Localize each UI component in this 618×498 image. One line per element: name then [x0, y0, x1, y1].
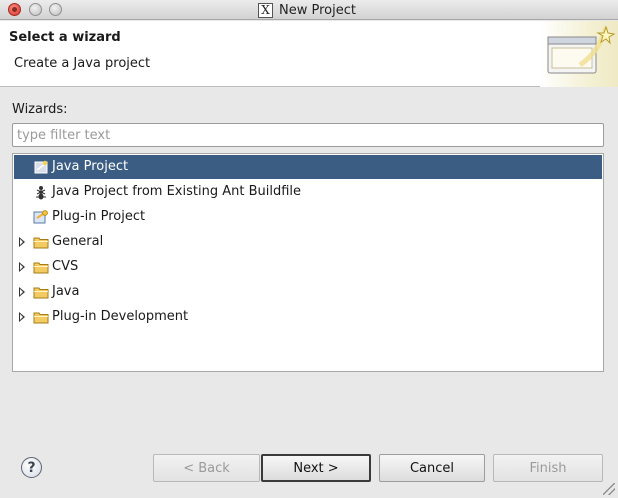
- window-title: New Project: [279, 2, 356, 18]
- help-button[interactable]: ?: [21, 457, 42, 478]
- tree-item-label: Java: [52, 284, 80, 299]
- close-window-button[interactable]: [8, 3, 21, 16]
- plugin-project-icon: [33, 210, 48, 224]
- finish-button[interactable]: Finish: [493, 454, 603, 482]
- cancel-button[interactable]: Cancel: [379, 454, 485, 482]
- ant-icon: [36, 186, 46, 200]
- banner-subtitle: Create a Java project: [14, 56, 151, 71]
- expand-arrow-icon[interactable]: [19, 287, 25, 297]
- next-button[interactable]: Next >: [261, 454, 371, 482]
- new-project-wizard-icon: [547, 25, 616, 74]
- tree-item-label: Plug-in Project: [52, 209, 146, 224]
- folder-icon: [33, 262, 49, 274]
- folder-icon: [33, 312, 49, 324]
- wizard-banner-graphic: [540, 21, 618, 87]
- expand-arrow-icon[interactable]: [19, 312, 25, 322]
- tree-item-ant-buildfile[interactable]: Java Project from Existing Ant Buildfile: [14, 180, 602, 204]
- zoom-window-button[interactable]: [49, 3, 62, 16]
- filter-input[interactable]: [12, 123, 604, 147]
- wizards-label: Wizards:: [12, 102, 68, 117]
- folder-icon: [33, 287, 49, 299]
- window-title-group: X New Project: [258, 1, 356, 19]
- tree-item-java-project[interactable]: Java Project: [14, 155, 602, 179]
- tree-item-general[interactable]: General: [14, 230, 602, 254]
- tree-item-label: Java Project: [52, 159, 129, 174]
- folder-icon: [33, 237, 49, 249]
- minimize-window-button[interactable]: [29, 3, 42, 16]
- window-titlebar: X New Project: [0, 0, 618, 20]
- wizard-tree[interactable]: Java Project Java Project from Existing …: [12, 153, 604, 372]
- help-icon: ?: [27, 459, 36, 476]
- tree-item-cvs[interactable]: CVS: [14, 255, 602, 279]
- banner-title: Select a wizard: [9, 30, 121, 45]
- tree-item-plugin-project[interactable]: Plug-in Project: [14, 205, 602, 229]
- wizard-banner: Select a wizard Create a Java project: [0, 21, 618, 87]
- expand-arrow-icon[interactable]: [19, 237, 25, 247]
- tree-item-label: Plug-in Development: [52, 309, 189, 324]
- java-project-icon: [34, 160, 48, 174]
- tree-item-java[interactable]: Java: [14, 280, 602, 304]
- tree-item-label: General: [52, 234, 104, 249]
- tree-item-plugin-development[interactable]: Plug-in Development: [14, 305, 602, 329]
- x11-icon: X: [258, 2, 273, 18]
- back-button[interactable]: < Back: [153, 454, 260, 482]
- expand-arrow-icon[interactable]: [19, 262, 25, 272]
- tree-item-label: CVS: [52, 259, 79, 274]
- resize-grip-icon[interactable]: [603, 483, 615, 495]
- tree-item-label: Java Project from Existing Ant Buildfile: [52, 184, 302, 199]
